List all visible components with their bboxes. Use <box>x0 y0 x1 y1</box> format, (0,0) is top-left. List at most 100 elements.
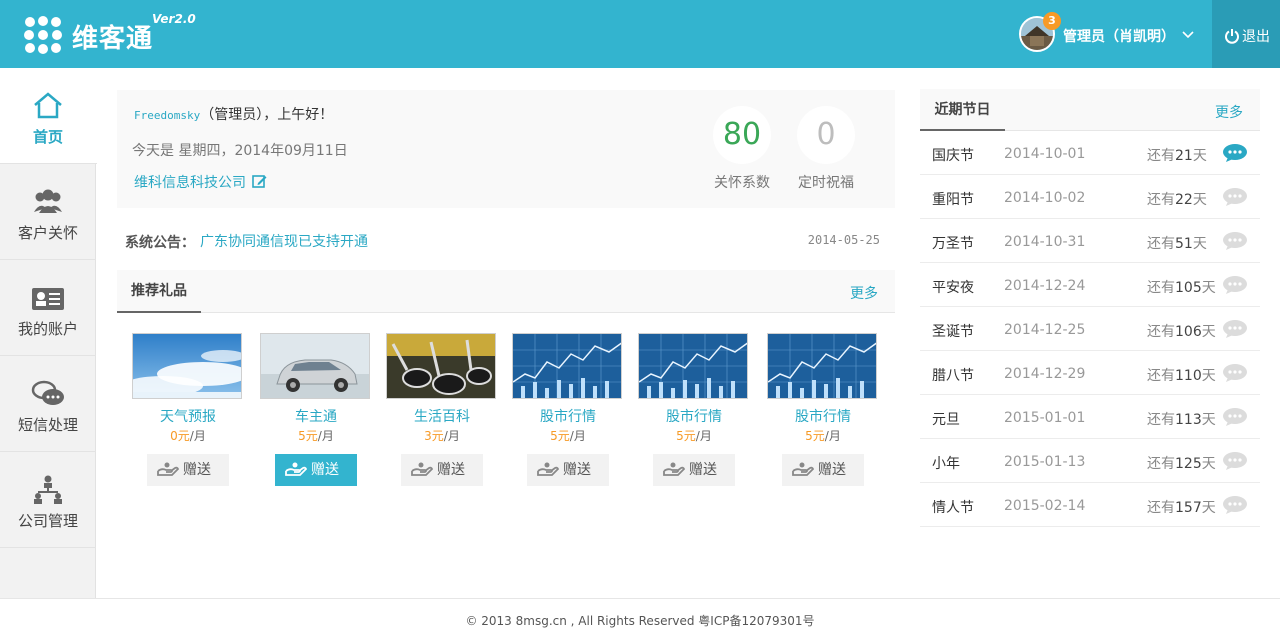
tab-recommended-gifts[interactable]: 推荐礼品 <box>117 270 201 313</box>
sidebar-item-label: 短信处理 <box>17 416 78 434</box>
company-link[interactable]: 维科信息科技公司 <box>134 172 267 192</box>
remaining-suffix: 天 <box>1192 236 1207 252</box>
stock-image <box>639 334 747 398</box>
send-gift-button[interactable]: 赠送 <box>527 454 609 486</box>
message-bubble-icon[interactable] <box>1222 187 1248 207</box>
message-bubble-icon[interactable] <box>1222 231 1248 251</box>
sidebar-item-my-account[interactable]: 我的账户 <box>0 260 96 356</box>
remaining-suffix: 天 <box>1201 500 1216 516</box>
send-gift-button[interactable]: 赠送 <box>275 454 357 486</box>
remaining-suffix: 天 <box>1201 368 1216 384</box>
gift-image[interactable] <box>386 333 496 399</box>
gift-name[interactable]: 股市行情 <box>638 406 750 426</box>
gift-image[interactable] <box>767 333 877 399</box>
power-icon <box>1225 29 1239 44</box>
gift-image[interactable] <box>512 333 622 399</box>
holiday-date: 2014-10-02 <box>1004 190 1086 206</box>
notification-badge: 3 <box>1043 12 1061 30</box>
gift-price: 5元/月 <box>260 427 372 444</box>
gift-card: 股市行情 5元/月 赠送 <box>638 333 750 486</box>
sidebar-item-company[interactable]: 公司管理 <box>0 452 96 548</box>
gift-name[interactable]: 天气预报 <box>132 406 244 426</box>
greeting-text: （管理员），上午好！ <box>200 107 334 123</box>
message-bubble-icon[interactable] <box>1222 451 1248 471</box>
gift-price: 5元/月 <box>638 427 750 444</box>
sky-image <box>133 334 241 398</box>
gift-name[interactable]: 股市行情 <box>767 406 879 426</box>
send-gift-button[interactable]: 赠送 <box>782 454 864 486</box>
care-index-stat: 80 关怀系数 <box>706 106 778 192</box>
gift-card: 天气预报 0元/月 赠送 <box>132 333 244 486</box>
scheduled-blessing-value: 0 <box>797 106 855 164</box>
footer: © 2013 8msg.cn , All Rights Reserved 粤IC… <box>0 598 1280 640</box>
list-item: 腊八节 2014-12-29 还有110天 <box>920 351 1260 395</box>
gift-hand-icon <box>792 462 814 476</box>
holiday-date: 2015-02-14 <box>1004 498 1086 514</box>
remaining-days: 21 <box>1175 148 1193 164</box>
logout-button[interactable]: 退出 <box>1212 0 1280 68</box>
remaining-suffix: 天 <box>1201 456 1216 472</box>
message-bubble-icon[interactable] <box>1222 407 1248 427</box>
remaining-prefix: 还有 <box>1147 456 1175 472</box>
gift-price-unit: /月 <box>317 429 334 443</box>
send-gift-button[interactable]: 赠送 <box>653 454 735 486</box>
send-gift-button[interactable]: 赠送 <box>401 454 483 486</box>
send-label: 赠送 <box>311 462 339 478</box>
holiday-name: 平安夜 <box>932 280 974 296</box>
greeting-username[interactable]: Freedomsky <box>134 109 200 122</box>
scheduled-blessing-stat: 0 定时祝福 <box>790 106 862 192</box>
holiday-name: 元旦 <box>932 412 960 428</box>
holiday-name: 重阳节 <box>932 192 974 208</box>
message-bubble-icon[interactable] <box>1222 363 1248 383</box>
greeting: Freedomsky（管理员），上午好！ <box>134 104 333 124</box>
holiday-date: 2015-01-13 <box>1004 454 1086 470</box>
chevron-down-icon[interactable] <box>1181 28 1195 42</box>
gift-name[interactable]: 生活百科 <box>386 406 498 426</box>
tab-recent-holidays[interactable]: 近期节日 <box>920 89 1005 131</box>
holidays-header: 近期节日 更多 <box>920 89 1260 131</box>
gift-image[interactable] <box>638 333 748 399</box>
gift-hand-icon <box>663 462 685 476</box>
gifts-more-link[interactable]: 更多 <box>850 283 878 303</box>
gift-price-value: 0元 <box>170 429 190 443</box>
user-name[interactable]: 管理员（肖凯明） <box>1063 26 1175 46</box>
message-bubble-icon[interactable] <box>1222 275 1248 295</box>
gift-hand-icon <box>537 462 559 476</box>
send-label: 赠送 <box>689 462 717 478</box>
edit-icon[interactable] <box>252 174 267 189</box>
holiday-name: 圣诞节 <box>932 324 974 340</box>
spoons-image <box>387 334 495 398</box>
message-bubble-icon[interactable] <box>1222 143 1248 163</box>
holiday-date: 2014-12-25 <box>1004 322 1086 338</box>
stock-image <box>768 334 876 398</box>
scheduled-blessing-label: 定时祝福 <box>798 175 854 191</box>
send-gift-button[interactable]: 赠送 <box>147 454 229 486</box>
gift-price-value: 5元 <box>550 429 570 443</box>
gift-image[interactable] <box>132 333 242 399</box>
notice-link[interactable]: 广东协同通信现已支持开通 <box>200 231 368 251</box>
gift-image[interactable] <box>260 333 370 399</box>
gift-price-unit: /月 <box>569 429 586 443</box>
id-card-icon <box>32 288 64 310</box>
holidays-more-link[interactable]: 更多 <box>1215 102 1243 122</box>
holiday-date: 2014-12-24 <box>1004 278 1086 294</box>
gifts-header: 推荐礼品 更多 <box>117 270 895 313</box>
gift-price: 5元/月 <box>767 427 879 444</box>
logo-icon <box>24 16 62 54</box>
sidebar-item-customer-care[interactable]: 客户关怀 <box>0 164 96 260</box>
gift-name[interactable]: 股市行情 <box>512 406 624 426</box>
sidebar-item-home[interactable]: 首页 <box>0 68 97 164</box>
remaining-prefix: 还有 <box>1147 412 1175 428</box>
users-icon <box>34 189 62 213</box>
brand-name: 维客通 <box>72 24 154 54</box>
car-image <box>261 334 369 398</box>
message-bubble-icon[interactable] <box>1222 495 1248 515</box>
notice-date: 2014-05-25 <box>807 233 880 247</box>
sidebar: 首页 客户关怀 我的账户 短信处理 公司管理 <box>0 68 97 598</box>
gift-price: 5元/月 <box>512 427 624 444</box>
gift-card: 生活百科 3元/月 赠送 <box>386 333 498 486</box>
list-item: 元旦 2015-01-01 还有113天 <box>920 395 1260 439</box>
gift-name[interactable]: 车主通 <box>260 406 372 426</box>
message-bubble-icon[interactable] <box>1222 319 1248 339</box>
sidebar-item-sms[interactable]: 短信处理 <box>0 356 96 452</box>
